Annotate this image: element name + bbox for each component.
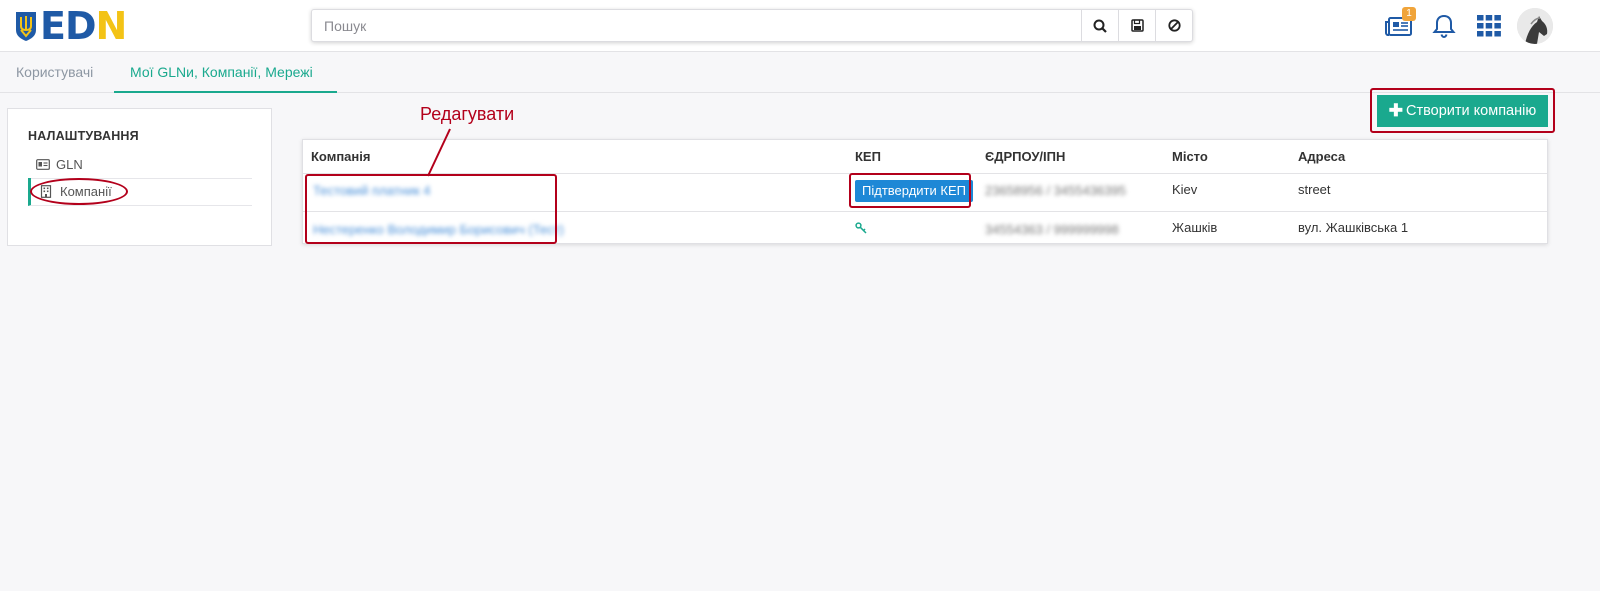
top-bar: EDN 1 (0, 0, 1600, 52)
news-button[interactable]: 1 (1383, 7, 1416, 42)
save-icon (1130, 19, 1144, 32)
annotation-create-button-box (1370, 88, 1555, 133)
horse-avatar-icon (1517, 8, 1553, 44)
search-bar (311, 9, 1193, 42)
key-icon[interactable] (855, 222, 867, 234)
user-avatar[interactable] (1517, 8, 1553, 44)
clear-search-button[interactable] (1155, 10, 1192, 41)
search-button[interactable] (1081, 10, 1118, 41)
trident-icon (16, 12, 36, 41)
edrpou-value: 34554363 / 999999998 (985, 222, 1119, 237)
settings-panel: НАЛАШТУВАННЯ GLN Компанії (7, 108, 272, 246)
column-header-city[interactable]: Місто (1172, 149, 1208, 164)
settings-item-gln[interactable]: GLN (28, 151, 252, 179)
city-value: Жашків (1172, 220, 1218, 235)
column-header-kep[interactable]: КЕП (855, 149, 881, 164)
column-header-address[interactable]: Адреса (1298, 149, 1345, 164)
settings-item-label: GLN (56, 157, 83, 172)
search-icon (1093, 19, 1107, 33)
tab-users[interactable]: Користувачі (0, 52, 109, 93)
column-header-company[interactable]: Компанія (311, 149, 370, 164)
notifications-button[interactable] (1428, 10, 1460, 42)
apps-grid-icon (1477, 15, 1501, 37)
save-search-button[interactable] (1118, 10, 1155, 41)
annotation-company-names-box (305, 174, 557, 244)
tab-bar: Користувачі Мої GLNи, Компанії, Мережі (0, 52, 1600, 93)
search-input[interactable] (312, 10, 1081, 41)
address-value: вул. Жашківська 1 (1298, 220, 1409, 235)
annotation-edit-label: Редагувати (420, 104, 515, 124)
annotation-kep-button-box (849, 173, 971, 208)
logo-text: EDN (40, 4, 127, 48)
id-card-icon (36, 159, 50, 171)
city-value: Kiev (1172, 182, 1198, 197)
apps-button[interactable] (1473, 10, 1505, 42)
tab-my-glns-companies-networks[interactable]: Мої GLNи, Компанії, Мережі (114, 52, 337, 93)
ban-icon (1167, 19, 1181, 32)
settings-title: НАЛАШТУВАННЯ (28, 129, 139, 143)
annotation-companies-ellipse (30, 178, 128, 205)
edin-logo[interactable]: EDN (14, 4, 127, 48)
edrpou-value: 23658956 / 3455436395 (985, 183, 1126, 198)
news-badge: 1 (1402, 7, 1416, 21)
column-header-edrpou[interactable]: ЄДРПОУ/ІПН (985, 149, 1065, 164)
bell-icon (1432, 14, 1456, 39)
address-value: street (1298, 182, 1331, 197)
